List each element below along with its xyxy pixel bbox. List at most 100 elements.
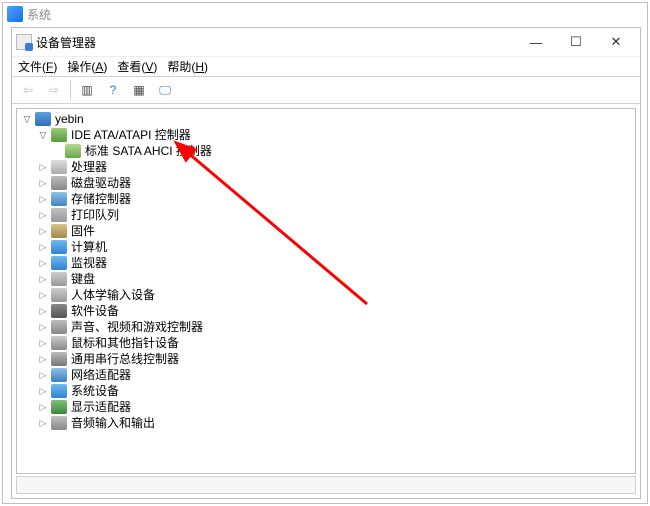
net-icon [51,368,67,382]
chevron-right-icon[interactable] [37,353,49,365]
computer-icon [35,112,51,126]
tree-node[interactable]: 存储控制器 [17,191,635,207]
chevron-right-icon[interactable] [37,161,49,173]
monitor-icon [51,256,67,270]
details-button[interactable]: ▥ [75,79,99,101]
tree-node-label: 显示适配器 [71,399,131,415]
toolbar: ⇦ ⇨ ▥ ? ▦ 🖵 [12,76,640,104]
hid-icon [51,288,67,302]
printq-icon [51,208,67,222]
status-bar [16,476,636,494]
chevron-right-icon[interactable] [37,273,49,285]
tree-node-label: 标准 SATA AHCI 控制器 [85,143,212,159]
tree-root-label: yebin [55,111,84,127]
tree-node-label: 监视器 [71,255,107,271]
show-hidden-button[interactable]: 🖵 [153,79,177,101]
chevron-down-icon[interactable] [21,113,33,125]
tree-node[interactable]: 键盘 [17,271,635,287]
chevron-right-icon[interactable] [37,177,49,189]
tree-node-label: 键盘 [71,271,95,287]
maximize-button[interactable]: ☐ [556,29,596,55]
system-icon [7,6,23,22]
chevron-right-icon[interactable] [37,369,49,381]
tree-node-label: 声音、视频和游戏控制器 [71,319,203,335]
chevron-right-icon[interactable] [37,401,49,413]
window-controls: — ☐ ✕ [516,29,636,55]
chevron-down-icon[interactable] [37,129,49,141]
tree-root[interactable]: yebin [17,111,635,127]
tree-node[interactable]: 人体学输入设备 [17,287,635,303]
cpu-icon [51,160,67,174]
display-icon [51,400,67,414]
minimize-button[interactable]: — [516,29,556,55]
chevron-right-icon[interactable] [37,257,49,269]
tree-node-sata[interactable]: 标准 SATA AHCI 控制器 [17,143,635,159]
tree-node-ide[interactable]: IDE ATA/ATAPI 控制器 [17,127,635,143]
system-icon [51,384,67,398]
tree-node[interactable]: 监视器 [17,255,635,271]
keyboard-icon [51,272,67,286]
tree-node-label: 磁盘驱动器 [71,175,131,191]
device-manager-icon [16,34,32,50]
tree-node-label: 计算机 [71,239,107,255]
menu-view[interactable]: 查看(V) [117,58,157,75]
tree-node[interactable]: 计算机 [17,239,635,255]
inner-title-text: 设备管理器 [36,34,96,51]
outer-titlebar[interactable]: 系统 [3,3,647,25]
tree-node-label: IDE ATA/ATAPI 控制器 [71,127,191,143]
outer-title-text: 系统 [27,6,51,23]
tree-node[interactable]: 固件 [17,223,635,239]
tree-node-label: 系统设备 [71,383,119,399]
tree-node[interactable]: 声音、视频和游戏控制器 [17,319,635,335]
refresh-button[interactable]: ▦ [127,79,151,101]
chevron-right-icon[interactable] [37,337,49,349]
menu-file[interactable]: 文件(F) [18,58,57,75]
disk-icon [51,176,67,190]
chevron-right-icon[interactable] [37,225,49,237]
chevron-right-icon[interactable] [37,321,49,333]
mouse-icon [51,336,67,350]
software-icon [51,304,67,318]
tree-node[interactable]: 磁盘驱动器 [17,175,635,191]
tree-node[interactable]: 网络适配器 [17,367,635,383]
chevron-right-icon[interactable] [37,305,49,317]
tree-node-label: 软件设备 [71,303,119,319]
tree-node-label: 音频输入和输出 [71,415,155,431]
tree-node-label: 固件 [71,223,95,239]
toolbar-separator [70,80,71,100]
tree-node[interactable]: 系统设备 [17,383,635,399]
forward-button[interactable]: ⇨ [42,79,66,101]
chevron-right-icon[interactable] [37,193,49,205]
tree-node-label: 网络适配器 [71,367,131,383]
tree-node[interactable]: 处理器 [17,159,635,175]
device-tree: yebin IDE ATA/ATAPI 控制器 标准 SATA AHCI 控制器… [17,109,635,433]
audio-icon [51,320,67,334]
tree-node[interactable]: 软件设备 [17,303,635,319]
menu-help[interactable]: 帮助(H) [167,58,208,75]
tree-node-label: 打印队列 [71,207,119,223]
tree-node-label: 存储控制器 [71,191,131,207]
chevron-right-icon[interactable] [37,289,49,301]
device-manager-window: 设备管理器 — ☐ ✕ 文件(F) 操作(A) 查看(V) 帮助(H) ⇦ ⇨ … [11,27,641,499]
tree-node[interactable]: 显示适配器 [17,399,635,415]
tree-node-label: 处理器 [71,159,107,175]
storage-icon [51,192,67,206]
inner-titlebar[interactable]: 设备管理器 — ☐ ✕ [12,28,640,56]
chevron-right-icon[interactable] [37,417,49,429]
close-button[interactable]: ✕ [596,29,636,55]
help-button[interactable]: ? [101,79,125,101]
tree-node[interactable]: 音频输入和输出 [17,415,635,431]
tree-node[interactable]: 鼠标和其他指针设备 [17,335,635,351]
tree-node-label: 人体学输入设备 [71,287,155,303]
audio2-icon [51,416,67,430]
chevron-right-icon[interactable] [37,241,49,253]
firmware-icon [51,224,67,238]
chevron-right-icon[interactable] [37,385,49,397]
tree-node[interactable]: 打印队列 [17,207,635,223]
tree-area: yebin IDE ATA/ATAPI 控制器 标准 SATA AHCI 控制器… [16,108,636,474]
chevron-right-icon[interactable] [37,209,49,221]
menu-action[interactable]: 操作(A) [67,58,107,75]
back-button[interactable]: ⇦ [16,79,40,101]
tree-node[interactable]: 通用串行总线控制器 [17,351,635,367]
tree-node-label: 鼠标和其他指针设备 [71,335,179,351]
